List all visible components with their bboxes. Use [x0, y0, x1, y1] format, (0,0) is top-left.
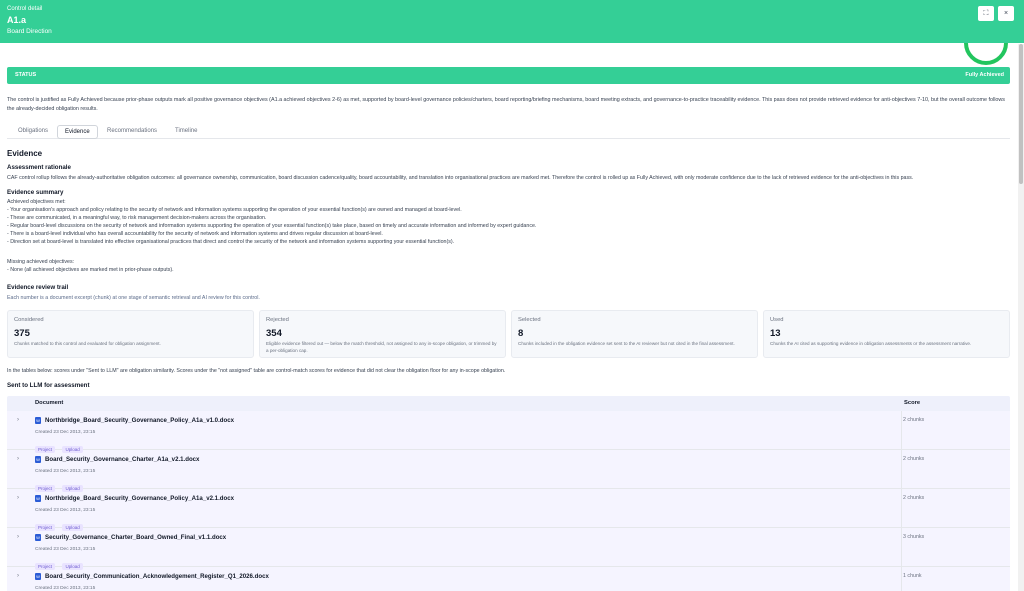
created-date: Created 23 Dec 2013, 23:15	[35, 430, 96, 435]
table-row[interactable]: › W Northbridge_Board_Security_Governanc…	[7, 489, 1010, 531]
close-icon: ×	[1003, 10, 1009, 17]
stat-label: Considered	[14, 317, 44, 323]
rationale-heading: Assessment rationale	[7, 164, 71, 171]
word-doc-icon: W	[35, 495, 41, 502]
word-doc-icon: W	[35, 534, 41, 541]
expand-button[interactable]: ⛶	[978, 6, 994, 21]
achieved-heading: Achieved objectives met:	[7, 199, 66, 205]
status-bar: STATUS Fully Achieved	[7, 67, 1010, 84]
table-row[interactable]: › W Board_Security_Communication_Acknowl…	[7, 567, 1010, 591]
created-date: Created 23 Dec 2013, 23:15	[35, 547, 96, 552]
word-doc-icon: W	[35, 573, 41, 580]
trail-subtext: Each number is a document excerpt (chunk…	[7, 295, 260, 301]
stat-description: Eligible evidence filtered out — below t…	[266, 341, 497, 353]
stat-card-rejected: Rejected 354 Eligible evidence filtered …	[259, 310, 506, 358]
sent-table-body: › W Northbridge_Board_Security_Governanc…	[7, 411, 1010, 591]
document-name[interactable]: Northbridge_Board_Security_Governance_Po…	[45, 417, 234, 424]
stat-card-used: Used 13 Chunks the AI cited as supportin…	[763, 310, 1010, 358]
missing-heading: Missing achieved objectives:	[7, 259, 75, 265]
chunk-score: 2 chunks	[903, 417, 925, 423]
rationale-text: CAF control rollup follows the already-a…	[7, 175, 914, 181]
stat-label: Rejected	[266, 317, 289, 323]
status-value: Fully Achieved	[965, 72, 1004, 78]
summary-heading: Evidence summary	[7, 189, 64, 196]
chunk-score: 1 chunk	[903, 573, 922, 579]
header-eyebrow: Control detail	[7, 6, 43, 12]
table-row[interactable]: › W Security_Governance_Charter_Board_Ow…	[7, 528, 1010, 570]
achieved-item: - Your organisation's approach and polic…	[7, 207, 462, 213]
created-date: Created 23 Dec 2013, 23:15	[35, 586, 96, 591]
scrollbar-thumb[interactable]	[1019, 44, 1023, 184]
column-header-document[interactable]: Document	[35, 400, 63, 406]
tab-bar: Obligations Evidence Recommendations Tim…	[7, 122, 1010, 139]
tab-recommendations[interactable]: Recommendations	[100, 125, 164, 139]
stat-label: Used	[770, 317, 784, 323]
word-doc-icon: W	[35, 417, 41, 424]
stat-card-considered: Considered 375 Chunks matched to this co…	[7, 310, 254, 358]
stat-description: Chunks the AI cited as supporting eviden…	[770, 341, 972, 346]
stat-value: 375	[14, 328, 30, 339]
chunk-score: 3 chunks	[903, 534, 925, 540]
table-row[interactable]: › W Northbridge_Board_Security_Governanc…	[7, 411, 1010, 453]
evidence-heading: Evidence	[7, 149, 43, 158]
table-row[interactable]: › W Board_Security_Governance_Charter_A1…	[7, 450, 1010, 492]
sent-heading: Sent to LLM for assessment	[7, 382, 90, 389]
control-detail-header: Control detail A1.a Board Direction ⛶ ×	[0, 0, 1024, 43]
word-doc-icon: W	[35, 456, 41, 463]
chevron-right-icon[interactable]: ›	[17, 495, 19, 501]
stat-value: 8	[518, 328, 524, 339]
trail-heading: Evidence review trail	[7, 284, 69, 291]
chunk-score: 2 chunks	[903, 456, 925, 462]
close-button[interactable]: ×	[998, 6, 1014, 21]
document-name[interactable]: Board_Security_Governance_Charter_A1a_v2…	[45, 456, 199, 463]
justification-text: The control is justified as Fully Achiev…	[7, 97, 1005, 112]
tab-evidence[interactable]: Evidence	[57, 125, 98, 139]
stat-value: 354	[266, 328, 282, 339]
stat-card-selected: Selected 8 Chunks included in the obliga…	[511, 310, 758, 358]
tables-note: In the tables below: scores under "Sent …	[7, 368, 506, 374]
document-name[interactable]: Northbridge_Board_Security_Governance_Po…	[45, 495, 234, 502]
document-name[interactable]: Board_Security_Communication_Acknowledge…	[45, 573, 269, 580]
control-id-title: A1.a	[7, 15, 27, 25]
chevron-right-icon[interactable]: ›	[17, 456, 19, 462]
achieved-item: - Regular board-level discussions on the…	[7, 223, 537, 229]
document-name[interactable]: Security_Governance_Charter_Board_Owned_…	[45, 534, 226, 541]
stat-value: 13	[770, 328, 781, 339]
created-date: Created 23 Dec 2013, 23:15	[35, 469, 96, 474]
chevron-right-icon[interactable]: ›	[17, 534, 19, 540]
column-header-score[interactable]: Score	[904, 400, 920, 406]
achieved-item: - There is a board-level individual who …	[7, 231, 383, 237]
chunk-score: 2 chunks	[903, 495, 925, 501]
missing-item: - None (all achieved objectives are mark…	[7, 267, 174, 273]
achieved-item: - Direction set at board-level is transl…	[7, 239, 455, 245]
stat-label: Selected	[518, 317, 541, 323]
expand-icon: ⛶	[983, 9, 989, 17]
stat-description: Chunks matched to this control and evalu…	[14, 341, 161, 346]
tab-obligations[interactable]: Obligations	[11, 125, 55, 139]
created-date: Created 23 Dec 2013, 23:15	[35, 508, 96, 513]
tab-timeline[interactable]: Timeline	[168, 125, 204, 139]
status-label: STATUS	[15, 72, 37, 78]
achieved-item: - These are communicated, in a meaningfu…	[7, 215, 267, 221]
control-name-subtitle: Board Direction	[7, 28, 52, 35]
scrollbar[interactable]	[1018, 44, 1024, 591]
chevron-right-icon[interactable]: ›	[17, 417, 19, 423]
chevron-right-icon[interactable]: ›	[17, 573, 19, 579]
stat-description: Chunks included in the obligation eviden…	[518, 341, 735, 346]
table-header: Document Score	[7, 396, 1010, 411]
